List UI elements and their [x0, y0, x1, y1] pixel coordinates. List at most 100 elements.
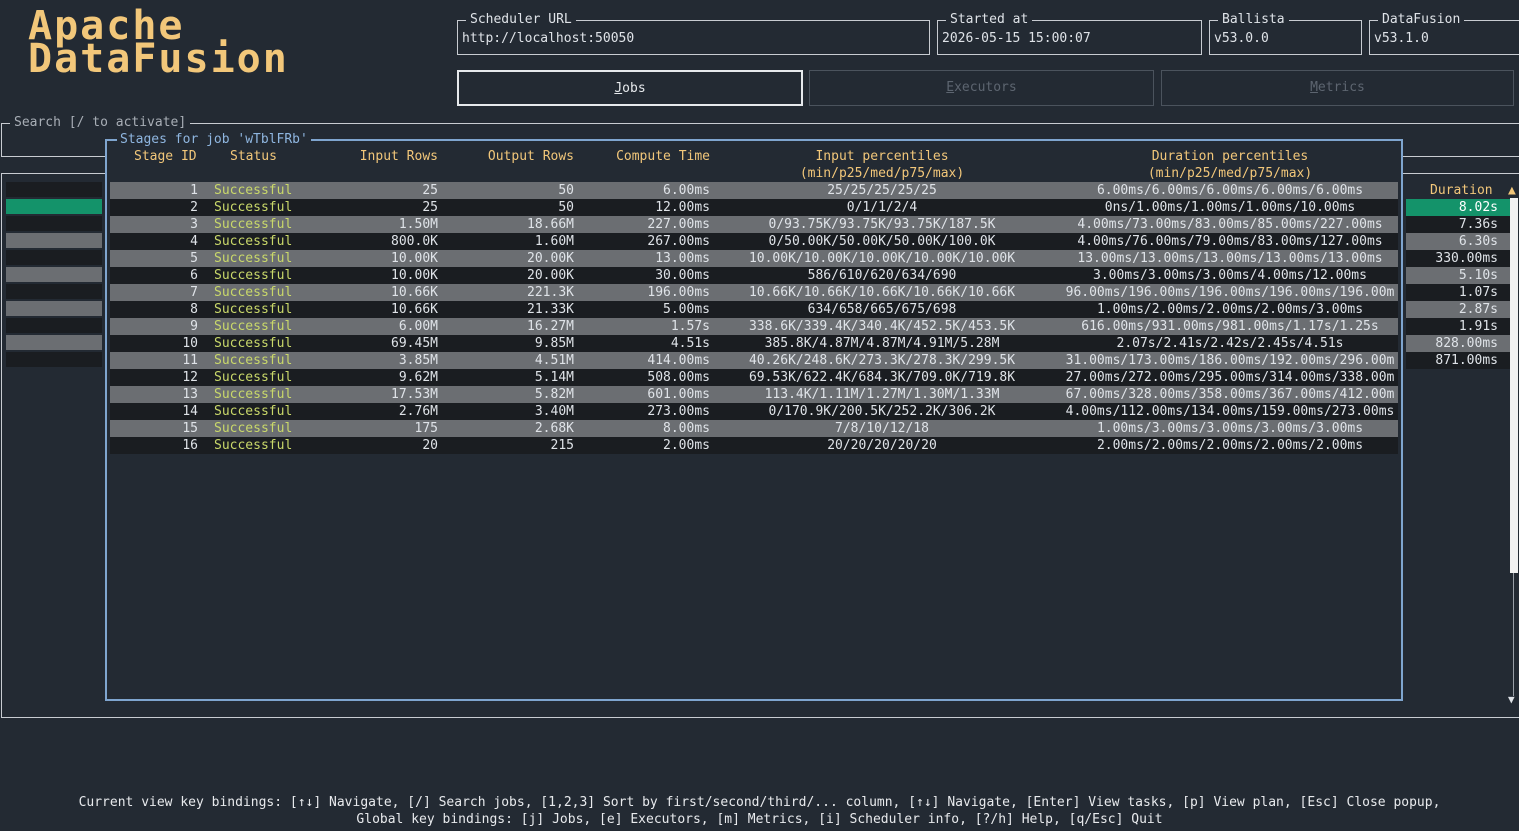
stage-row[interactable]: 3 Successful 1.50M 18.66M 227.00ms 0/93.75K/9… [110, 216, 1398, 233]
status-cell: Successful [214, 200, 293, 215]
stage-row[interactable]: 12 Successful 9.62M 5.14M 508.00ms 69.53K/622… [110, 369, 1398, 386]
jobs-row-stripe[interactable] [6, 335, 102, 350]
input-percentiles-cell: 338.6K/339.4K/340.4K/452.5K/453.5K [748, 319, 1016, 334]
stage-row[interactable]: 14 Successful 2.76M 3.40M 273.00ms 0/170.9K/2… [110, 403, 1398, 420]
tab-jobs[interactable]: Jobs [457, 70, 803, 106]
started-at-value: 2026-05-15 15:00:07 [942, 31, 1091, 46]
input-rows-cell: 25 [422, 200, 438, 215]
status-cell: Successful [214, 285, 293, 300]
started-at-box: Started at 2026-05-15 15:00:07 [937, 12, 1202, 55]
status-cell: Successful [214, 353, 293, 368]
scrollbar-track[interactable] [1513, 573, 1514, 696]
stage-row[interactable]: 16 Successful 20 215 2.00ms 20/20/20/20/20 2.0… [110, 437, 1398, 454]
stage-row[interactable]: 10 Successful 69.45M 9.85M 4.51s 385.8K/4.87M… [110, 335, 1398, 352]
stage-row[interactable]: 9 Successful 6.00M 16.27M 1.57s 338.6K/339.4K… [110, 318, 1398, 335]
stage-row[interactable]: 11 Successful 3.85M 4.51M 414.00ms 40.26K/248… [110, 352, 1398, 369]
header-input-percentiles[interactable]: Input percentiles [730, 148, 1034, 165]
output-rows-cell: 221.3K [527, 285, 574, 300]
stage-id-cell: 11 [182, 353, 198, 368]
header-compute-time[interactable]: Compute Time [600, 148, 710, 165]
duration-cell[interactable]: 2.87s [1406, 301, 1510, 318]
duration-cell[interactable]: 330.00ms [1406, 250, 1510, 267]
input-rows-cell: 10.00K [391, 251, 438, 266]
compute-time-cell: 5.00ms [663, 302, 710, 317]
output-rows-cell: 16.27M [527, 319, 574, 334]
duration-cell[interactable]: 871.00ms [1406, 352, 1510, 369]
duration-percentiles-cell: 3.00ms/3.00ms/3.00ms/4.00ms/12.00ms [1093, 268, 1367, 283]
duration-header[interactable]: Duration [1430, 182, 1493, 199]
stage-row[interactable]: 15 Successful 175 2.68K 8.00ms 7/8/10/12/18 1.… [110, 420, 1398, 437]
header-status[interactable]: Status [230, 148, 277, 165]
status-cell: Successful [214, 234, 293, 249]
scrollbar[interactable] [1510, 198, 1518, 696]
jobs-row-stripe[interactable] [6, 318, 102, 333]
compute-time-cell: 1.57s [670, 319, 710, 334]
jobs-row-stripe[interactable] [6, 284, 102, 299]
stage-row[interactable]: 5 Successful 10.00K 20.00K 13.00ms 10.00K/10.… [110, 250, 1398, 267]
status-cell: Successful [214, 336, 293, 351]
current-key-bindings: Current view key bindings: [↑↓] Navigate… [78, 795, 1441, 810]
scroll-down-icon[interactable]: ▼ [1508, 693, 1515, 707]
tab-executors[interactable]: Executors [809, 70, 1154, 106]
jobs-row-stripe-selected[interactable] [6, 199, 102, 214]
compute-time-cell: 2.00ms [663, 438, 710, 453]
jobs-row-stripe[interactable] [6, 301, 102, 316]
stage-id-cell: 16 [182, 438, 198, 453]
jobs-row-stripe[interactable] [6, 267, 102, 282]
status-cell: Successful [214, 421, 293, 436]
output-rows-cell: 5.14M [534, 370, 574, 385]
header-input-rows[interactable]: Input Rows [358, 148, 438, 165]
compute-time-cell: 414.00ms [647, 353, 710, 368]
header-stage-id[interactable]: Stage ID [134, 148, 197, 165]
duration-cell[interactable]: 1.91s [1406, 318, 1510, 335]
duration-cell[interactable]: 828.00ms [1406, 335, 1510, 352]
search-label: Search [/ to activate] [10, 115, 191, 131]
output-rows-cell: 3.40M [534, 404, 574, 419]
jobs-row-stripe[interactable] [6, 216, 102, 231]
stage-row[interactable]: 7 Successful 10.66K 221.3K 196.00ms 10.66K/10… [110, 284, 1398, 301]
stage-row[interactable]: 13 Successful 17.53M 5.82M 601.00ms 113.4K/1.… [110, 386, 1398, 403]
duration-cell[interactable]: 5.10s [1406, 267, 1510, 284]
input-rows-cell: 17.53M [391, 387, 438, 402]
jobs-row-stripe[interactable] [6, 182, 102, 197]
output-rows-cell: 20.00K [527, 268, 574, 283]
jobs-row-stripe[interactable] [6, 250, 102, 265]
jobs-row-stripe[interactable] [6, 233, 102, 248]
output-rows-cell: 50 [558, 183, 574, 198]
status-cell: Successful [214, 404, 293, 419]
duration-cell[interactable]: 1.07s [1406, 284, 1510, 301]
status-cell: Successful [214, 268, 293, 283]
compute-time-cell: 30.00ms [655, 268, 710, 283]
input-rows-cell: 800.0K [391, 234, 438, 249]
header-output-rows[interactable]: Output Rows [476, 148, 574, 165]
input-rows-cell: 20 [422, 438, 438, 453]
tab-metrics-label: etrics [1317, 80, 1365, 95]
stage-row[interactable]: 1 Successful 25 50 6.00ms 25/25/25/25/25 6.00m… [110, 182, 1398, 199]
datafusion-version: v53.1.0 [1374, 31, 1429, 46]
scheduler-url-label: Scheduler URL [466, 12, 576, 28]
input-percentiles-cell: 10.66K/10.66K/10.66K/10.66K/10.66K [748, 285, 1016, 300]
jobs-row-stripe[interactable] [6, 352, 102, 367]
started-at-label: Started at [946, 12, 1033, 28]
stage-row[interactable]: 6 Successful 10.00K 20.00K 30.00ms 586/610/62… [110, 267, 1398, 284]
duration-cell[interactable]: 7.36s [1406, 216, 1510, 233]
duration-percentiles-cell: 13.00ms/13.00ms/13.00ms/13.00ms/13.00ms [1077, 251, 1383, 266]
stage-id-cell: 15 [182, 421, 198, 436]
header-duration-percentiles[interactable]: Duration percentiles [1060, 148, 1400, 165]
input-percentiles-cell: 25/25/25/25/25 [827, 183, 937, 198]
duration-percentiles-cell: 6.00ms/6.00ms/6.00ms/6.00ms/6.00ms [1096, 183, 1364, 198]
duration-cell[interactable]: 6.30s [1406, 233, 1510, 250]
stage-id-cell: 14 [182, 404, 198, 419]
duration-percentiles-cell: 2.07s/2.41s/2.42s/2.45s/4.51s [1116, 336, 1344, 351]
input-percentiles-cell: 113.4K/1.11M/1.27M/1.30M/1.33M [764, 387, 1000, 402]
duration-cell[interactable]: 8.02s [1406, 199, 1510, 216]
compute-time-cell: 267.00ms [647, 234, 710, 249]
stage-row[interactable]: 4 Successful 800.0K 1.60M 267.00ms 0/50.00K/5… [110, 233, 1398, 250]
scrollbar-thumb[interactable] [1510, 198, 1518, 573]
stage-row[interactable]: 2 Successful 25 50 12.00ms 0/1/1/2/4 0ns/1.00m… [110, 199, 1398, 216]
tab-metrics[interactable]: Metrics [1161, 70, 1514, 106]
stage-row[interactable]: 8 Successful 10.66K 21.33K 5.00ms 634/658/665… [110, 301, 1398, 318]
global-key-bindings: Global key bindings: [j] Jobs, [e] Execu… [356, 812, 1163, 827]
compute-time-cell: 273.00ms [647, 404, 710, 419]
compute-time-cell: 8.00ms [663, 421, 710, 436]
